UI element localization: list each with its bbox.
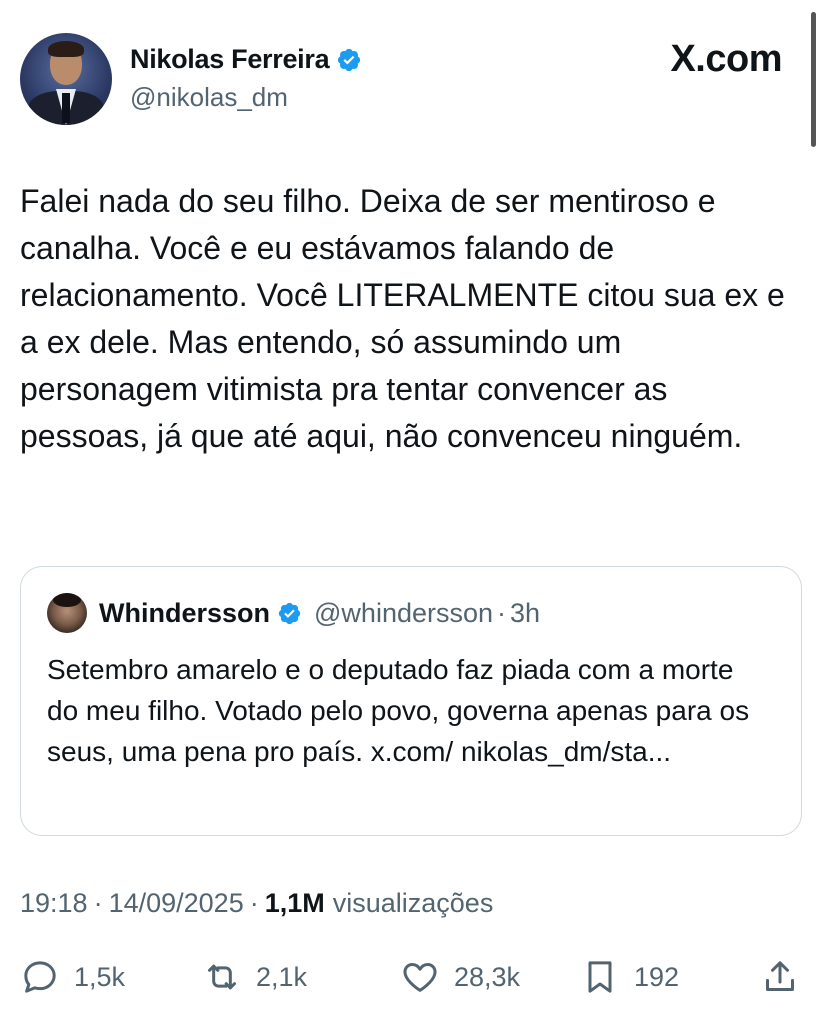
quoted-separator: · xyxy=(497,597,507,628)
bookmark-count: 192 xyxy=(634,961,680,992)
bookmark-button[interactable]: 192 xyxy=(580,952,679,1002)
heart-icon xyxy=(403,963,437,992)
tweet-meta: 19:18 · 14/09/2025 · 1,1M visualizações xyxy=(20,888,493,919)
quoted-tweet-card[interactable]: Whindersson @whindersson · 3h Setembro a… xyxy=(20,566,802,836)
quoted-author-avatar[interactable] xyxy=(47,593,87,633)
tweet-text: Falei nada do seu filho. Deixa de ser me… xyxy=(20,183,785,454)
quoted-author-handle[interactable]: @whindersson xyxy=(314,598,493,629)
bookmark-icon xyxy=(588,961,612,993)
x-brand-logo: X.com xyxy=(670,38,782,80)
tweet-screenshot: Nikolas Ferreira @nikolas_dm X.com Falei… xyxy=(0,0,822,1024)
author-name-row[interactable]: Nikolas Ferreira xyxy=(130,44,362,75)
scrollbar[interactable] xyxy=(811,12,816,147)
verified-badge-icon xyxy=(338,48,361,71)
meta-separator: · xyxy=(93,888,103,918)
author-avatar[interactable] xyxy=(20,33,112,125)
meta-separator: · xyxy=(249,888,259,918)
quoted-timestamp[interactable]: 3h xyxy=(510,598,540,629)
repost-icon xyxy=(208,964,236,990)
reply-icon xyxy=(24,961,56,993)
tweet-actions: 1,5k 2,1k 28,3k 192 xyxy=(20,952,802,1002)
like-button[interactable]: 28,3k xyxy=(400,952,520,1002)
repost-button[interactable]: 2,1k xyxy=(202,952,307,1002)
reply-count: 1,5k xyxy=(74,961,126,992)
views-label: visualizações xyxy=(332,888,494,918)
verified-badge-icon xyxy=(278,602,301,624)
quoted-author-name[interactable]: Whindersson xyxy=(99,598,270,629)
reply-button[interactable]: 1,5k xyxy=(20,952,125,1002)
avatar-hair xyxy=(48,41,84,57)
repost-count: 2,1k xyxy=(256,961,308,992)
tweet-date[interactable]: 14/09/2025 xyxy=(109,888,244,919)
views-count: 1,1M xyxy=(264,888,325,918)
quoted-tweet-header: Whindersson @whindersson · 3h xyxy=(47,593,540,633)
quoted-tweet-text: Setembro amarelo e o deputado faz piada … xyxy=(47,654,750,767)
like-count: 28,3k xyxy=(454,961,521,992)
avatar-tie xyxy=(62,93,70,123)
tweet-time[interactable]: 19:18 xyxy=(20,888,88,919)
share-icon xyxy=(766,961,794,991)
author-display-name[interactable]: Nikolas Ferreira xyxy=(130,44,330,75)
share-button[interactable] xyxy=(760,952,800,1002)
author-handle[interactable]: @nikolas_dm xyxy=(130,82,288,113)
